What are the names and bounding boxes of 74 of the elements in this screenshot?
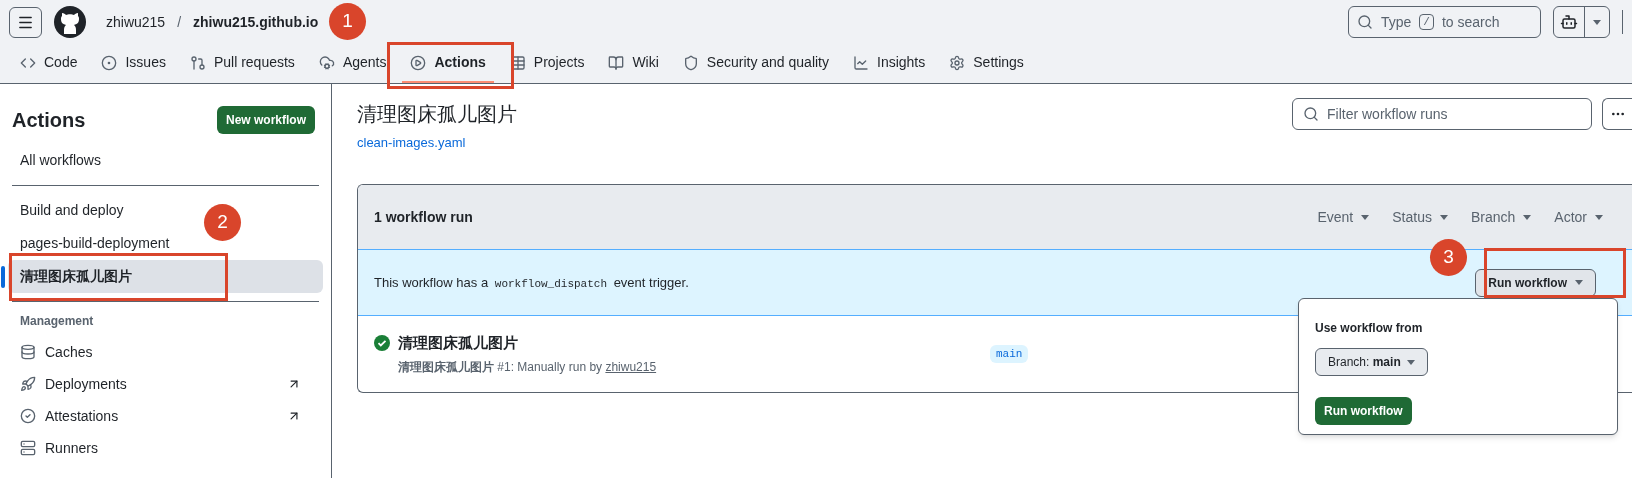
- selected-indicator: [1, 265, 5, 288]
- owner-link[interactable]: zhiwu215: [106, 11, 166, 33]
- workflow-file-link[interactable]: clean-images.yaml: [357, 135, 466, 150]
- check-circle-icon: [20, 408, 36, 424]
- section-heading: Management: [19, 313, 95, 330]
- search-hint: to search: [1441, 12, 1500, 32]
- search-field[interactable]: Type / to search: [1348, 6, 1541, 38]
- book-icon: [608, 54, 625, 71]
- run-workflow-confirm-button[interactable]: Run workflow: [1315, 397, 1412, 425]
- sidebar-item[interactable]: Build and deploy: [8, 194, 136, 227]
- filter-dropdown[interactable]: Status: [1382, 206, 1458, 228]
- filter-dropdown[interactable]: Event: [1307, 206, 1380, 228]
- more-button[interactable]: [1602, 98, 1632, 130]
- search-icon: [1357, 14, 1373, 30]
- caret-icon: [1439, 214, 1448, 220]
- database-icon: [20, 344, 36, 360]
- annotation-marker: 2: [204, 204, 241, 241]
- filter-field[interactable]: Filter workflow runs: [1292, 98, 1592, 130]
- play-icon: [410, 54, 427, 71]
- nav-tab[interactable]: Pull requests: [181, 44, 303, 83]
- search-hint: Type: [1381, 12, 1412, 32]
- caret-icon: [1575, 280, 1583, 285]
- caret-icon: [1406, 359, 1415, 365]
- branch-select[interactable]: Branch: main: [1315, 348, 1428, 376]
- caret-icon: [1523, 214, 1532, 220]
- actor-link[interactable]: zhiwu215: [605, 360, 657, 375]
- cloud-icon: [318, 54, 335, 71]
- nav-tab[interactable]: Projects: [501, 44, 593, 83]
- run-title[interactable]: 清理图床孤儿图片: [398, 331, 657, 355]
- rocket-icon: [20, 376, 36, 392]
- caret-icon: [1593, 19, 1601, 25]
- popover-heading: Use workflow from: [1315, 320, 1424, 337]
- shield-icon: [682, 54, 699, 71]
- menu-button[interactable]: [9, 6, 42, 38]
- new-workflow-button[interactable]: New workflow: [217, 106, 315, 134]
- sidebar-title: Actions: [12, 108, 86, 133]
- nav-tab[interactable]: Settings: [941, 44, 1032, 83]
- nav-tab[interactable]: Security and quality: [674, 44, 837, 83]
- branch-tag[interactable]: main: [990, 344, 1029, 364]
- filter-input[interactable]: Filter workflow runs: [1327, 103, 1581, 125]
- sidebar-item[interactable]: Runners: [8, 432, 323, 464]
- caret-icon: [1595, 214, 1603, 220]
- repo-link[interactable]: zhiwu215.github.io: [193, 11, 319, 33]
- run-details: 清理图床孤儿图片 #1: Manually run by zhiwu215: [398, 359, 657, 377]
- server-icon: [20, 440, 36, 456]
- sidebar-item[interactable]: Caches: [8, 336, 323, 368]
- sidebar-item[interactable]: 清理图床孤儿图片: [8, 260, 323, 293]
- issue-icon: [101, 54, 118, 71]
- nav-tab[interactable]: Issues: [93, 44, 174, 83]
- workflow-title: 清理图床孤儿图片: [357, 102, 517, 127]
- sidebar-item[interactable]: pages-build-deployment: [8, 227, 182, 260]
- copilot-button[interactable]: [1553, 6, 1610, 38]
- run-count: 1 workflow run: [374, 207, 474, 227]
- nav-tab[interactable]: Code: [12, 44, 86, 83]
- caret-icon: [1361, 214, 1370, 220]
- sidebar-item[interactable]: All workflows: [8, 144, 323, 177]
- nav-tab[interactable]: Insights: [845, 44, 934, 83]
- dispatch-notice: This workflow has a workflow_dispatch event trigger.: [374, 273, 690, 292]
- nav-tab[interactable]: Actions: [402, 44, 494, 83]
- nav-tab[interactable]: Agents: [310, 44, 395, 83]
- sidebar-item[interactable]: Attestations: [8, 400, 323, 432]
- shortcut-key: /: [1419, 14, 1434, 30]
- nav-tab[interactable]: Wiki: [600, 44, 667, 83]
- filter-dropdown[interactable]: Actor: [1544, 206, 1613, 228]
- path-separator: /: [177, 12, 182, 32]
- pull-request-icon: [189, 54, 206, 71]
- settings-icon: [949, 54, 966, 71]
- github-logo[interactable]: [54, 6, 86, 38]
- search-icon: [1303, 106, 1319, 122]
- filter-dropdown[interactable]: Branch: [1460, 206, 1542, 228]
- graph-icon: [853, 54, 869, 71]
- sidebar-item[interactable]: Deployments: [8, 368, 323, 400]
- run-workflow-button[interactable]: Run workflow: [1475, 268, 1596, 297]
- robot-icon: [1560, 13, 1578, 31]
